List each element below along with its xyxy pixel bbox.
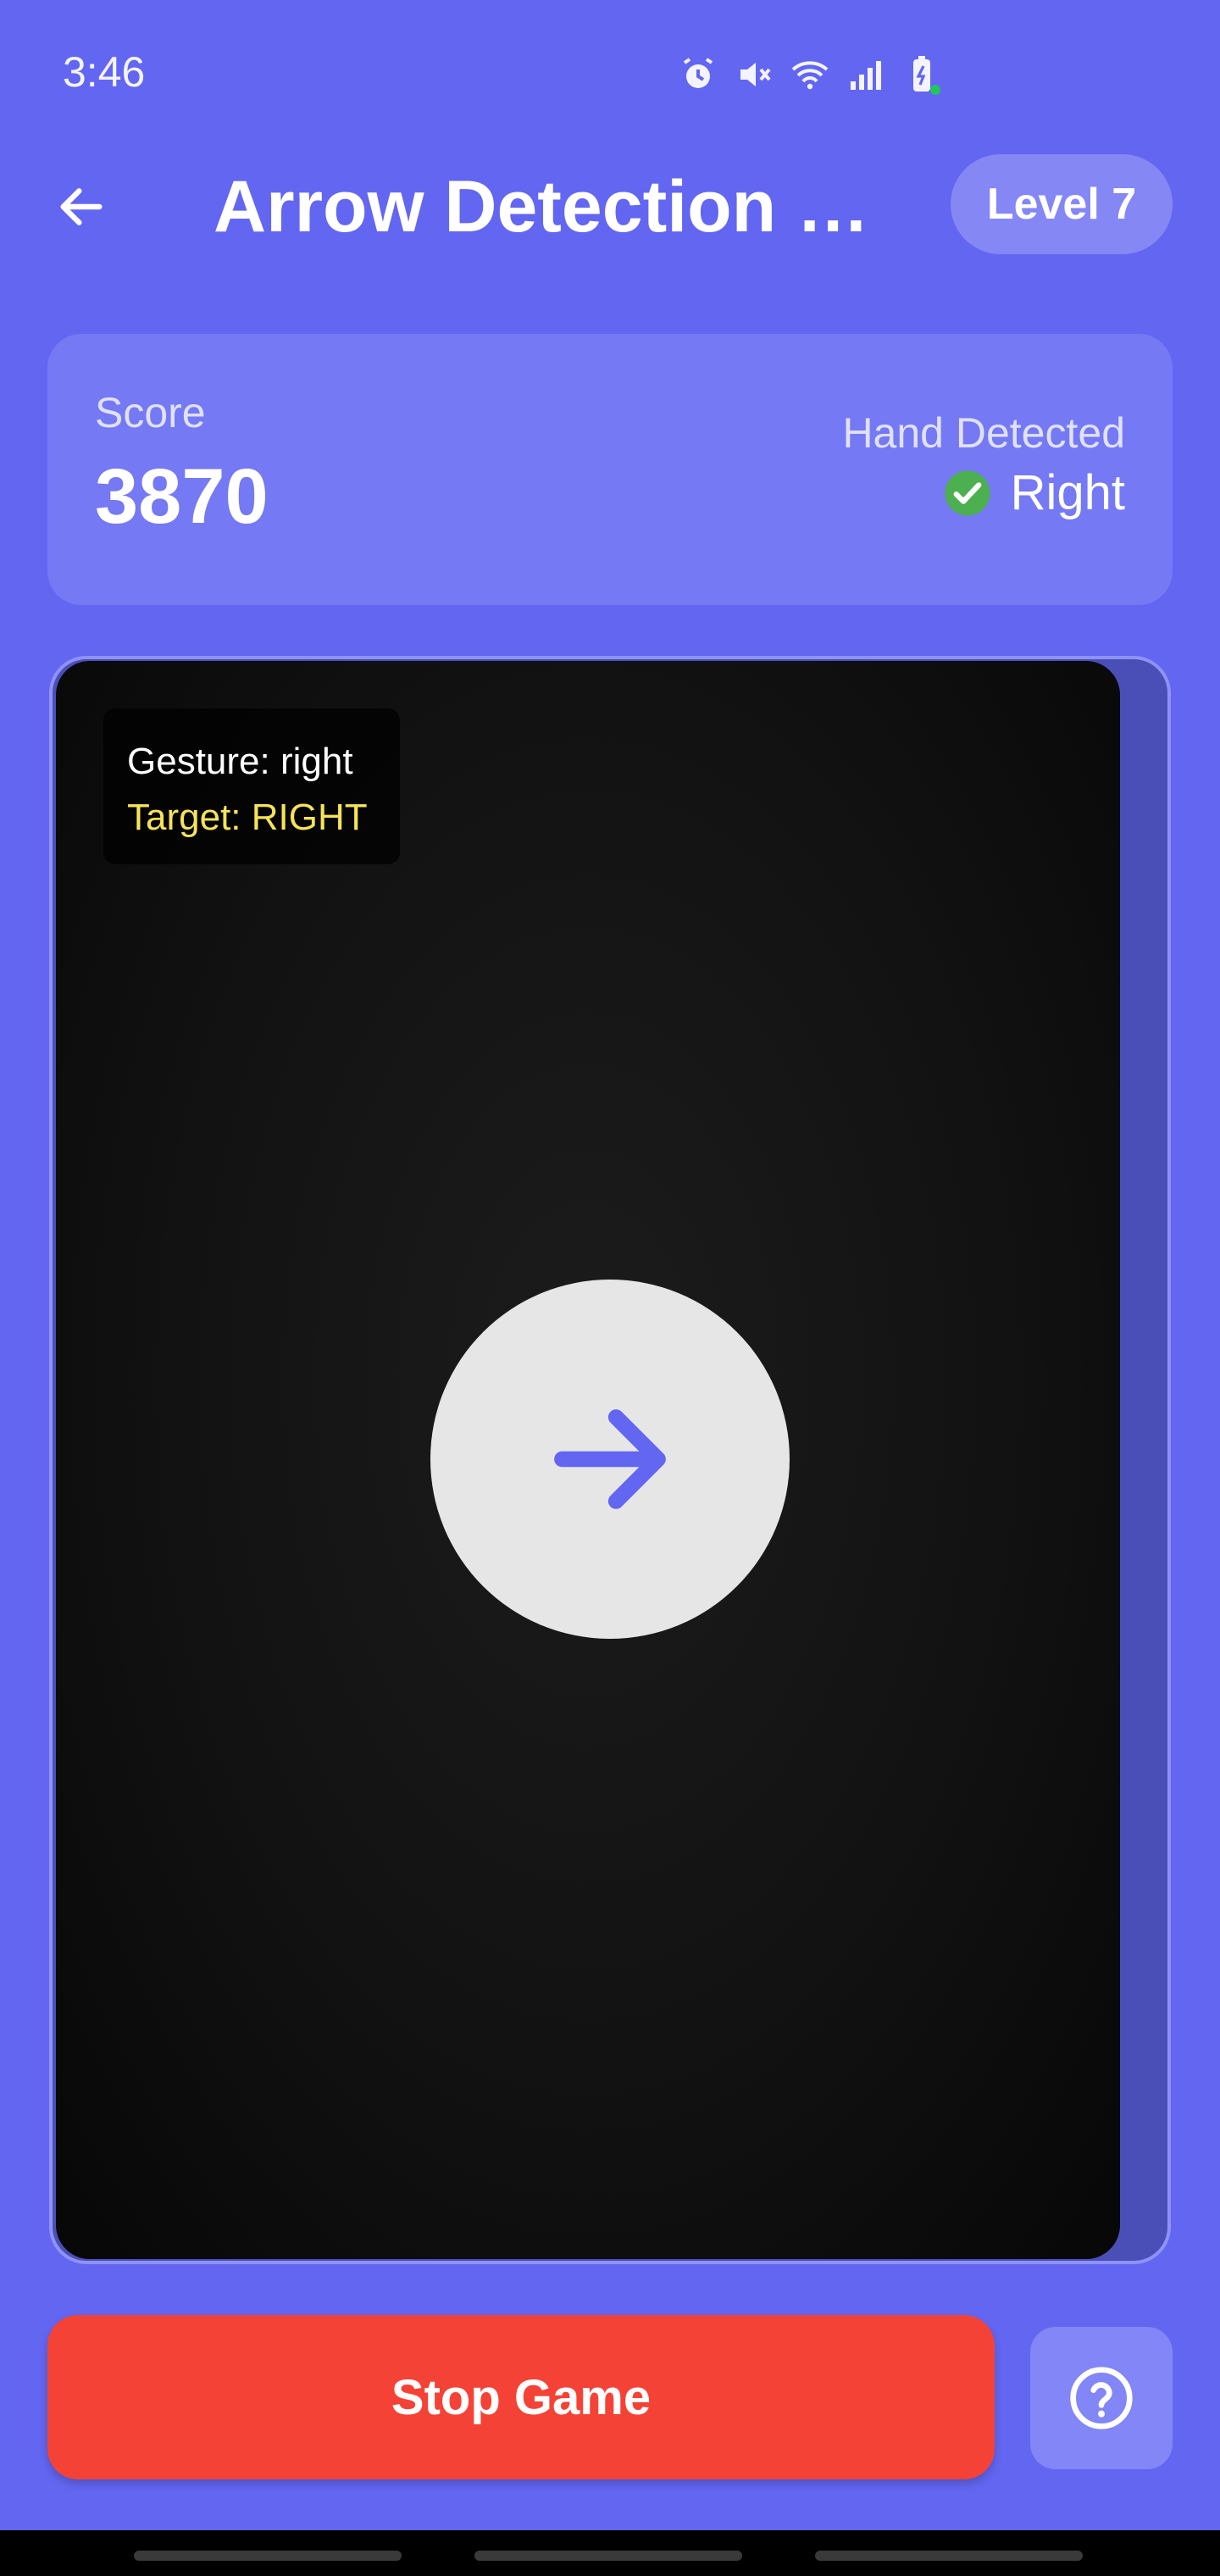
level-badge: Level 7: [951, 154, 1173, 254]
back-button[interactable]: [47, 173, 115, 241]
alarm-icon: [678, 54, 718, 95]
nav-pill-left[interactable]: [134, 2551, 402, 2561]
signal-icon: [846, 54, 886, 95]
hand-detected-label: Hand Detected: [842, 409, 1125, 457]
nav-pill-center[interactable]: [474, 2551, 742, 2561]
score-label: Score: [95, 389, 206, 436]
status-icons: [678, 53, 942, 97]
status-bar: 3:46: [0, 0, 1220, 144]
target-text: Target: RIGHT: [127, 797, 368, 838]
score-value: 3870: [95, 453, 269, 540]
status-time: 3:46: [63, 48, 146, 96]
privacy-indicator-dot: [930, 85, 940, 95]
check-circle-icon: [945, 469, 990, 516]
app-bar: Arrow Detection Ga… Level 7: [0, 144, 1220, 263]
camera-preview: Gesture: right Target: RIGHT: [56, 661, 1120, 2259]
help-circle-icon: [1070, 2367, 1133, 2429]
hand-detected-value: Right: [943, 464, 1125, 521]
help-button[interactable]: [1030, 2327, 1173, 2469]
target-arrow-circle: [430, 1280, 790, 1639]
nav-pill-right[interactable]: [815, 2551, 1083, 2561]
gesture-text: Gesture: right: [127, 741, 353, 782]
score-card: Score 3870 Hand Detected Right: [47, 334, 1173, 605]
gesture-overlay: Gesture: right Target: RIGHT: [103, 708, 400, 864]
game-screen: 3:46 Arrow Detection Ga… Level 7 Score 3…: [0, 0, 1220, 2576]
page-title: Arrow Detection Ga…: [214, 166, 891, 247]
stop-game-button[interactable]: Stop Game: [47, 2315, 995, 2479]
hand-side-text: Right: [1010, 465, 1125, 520]
system-nav-bar: [0, 2530, 1220, 2576]
wifi-icon: [790, 54, 830, 95]
arrow-right-icon: [554, 1409, 666, 1509]
mute-icon: [734, 54, 774, 95]
arrow-left-icon: [60, 188, 103, 225]
